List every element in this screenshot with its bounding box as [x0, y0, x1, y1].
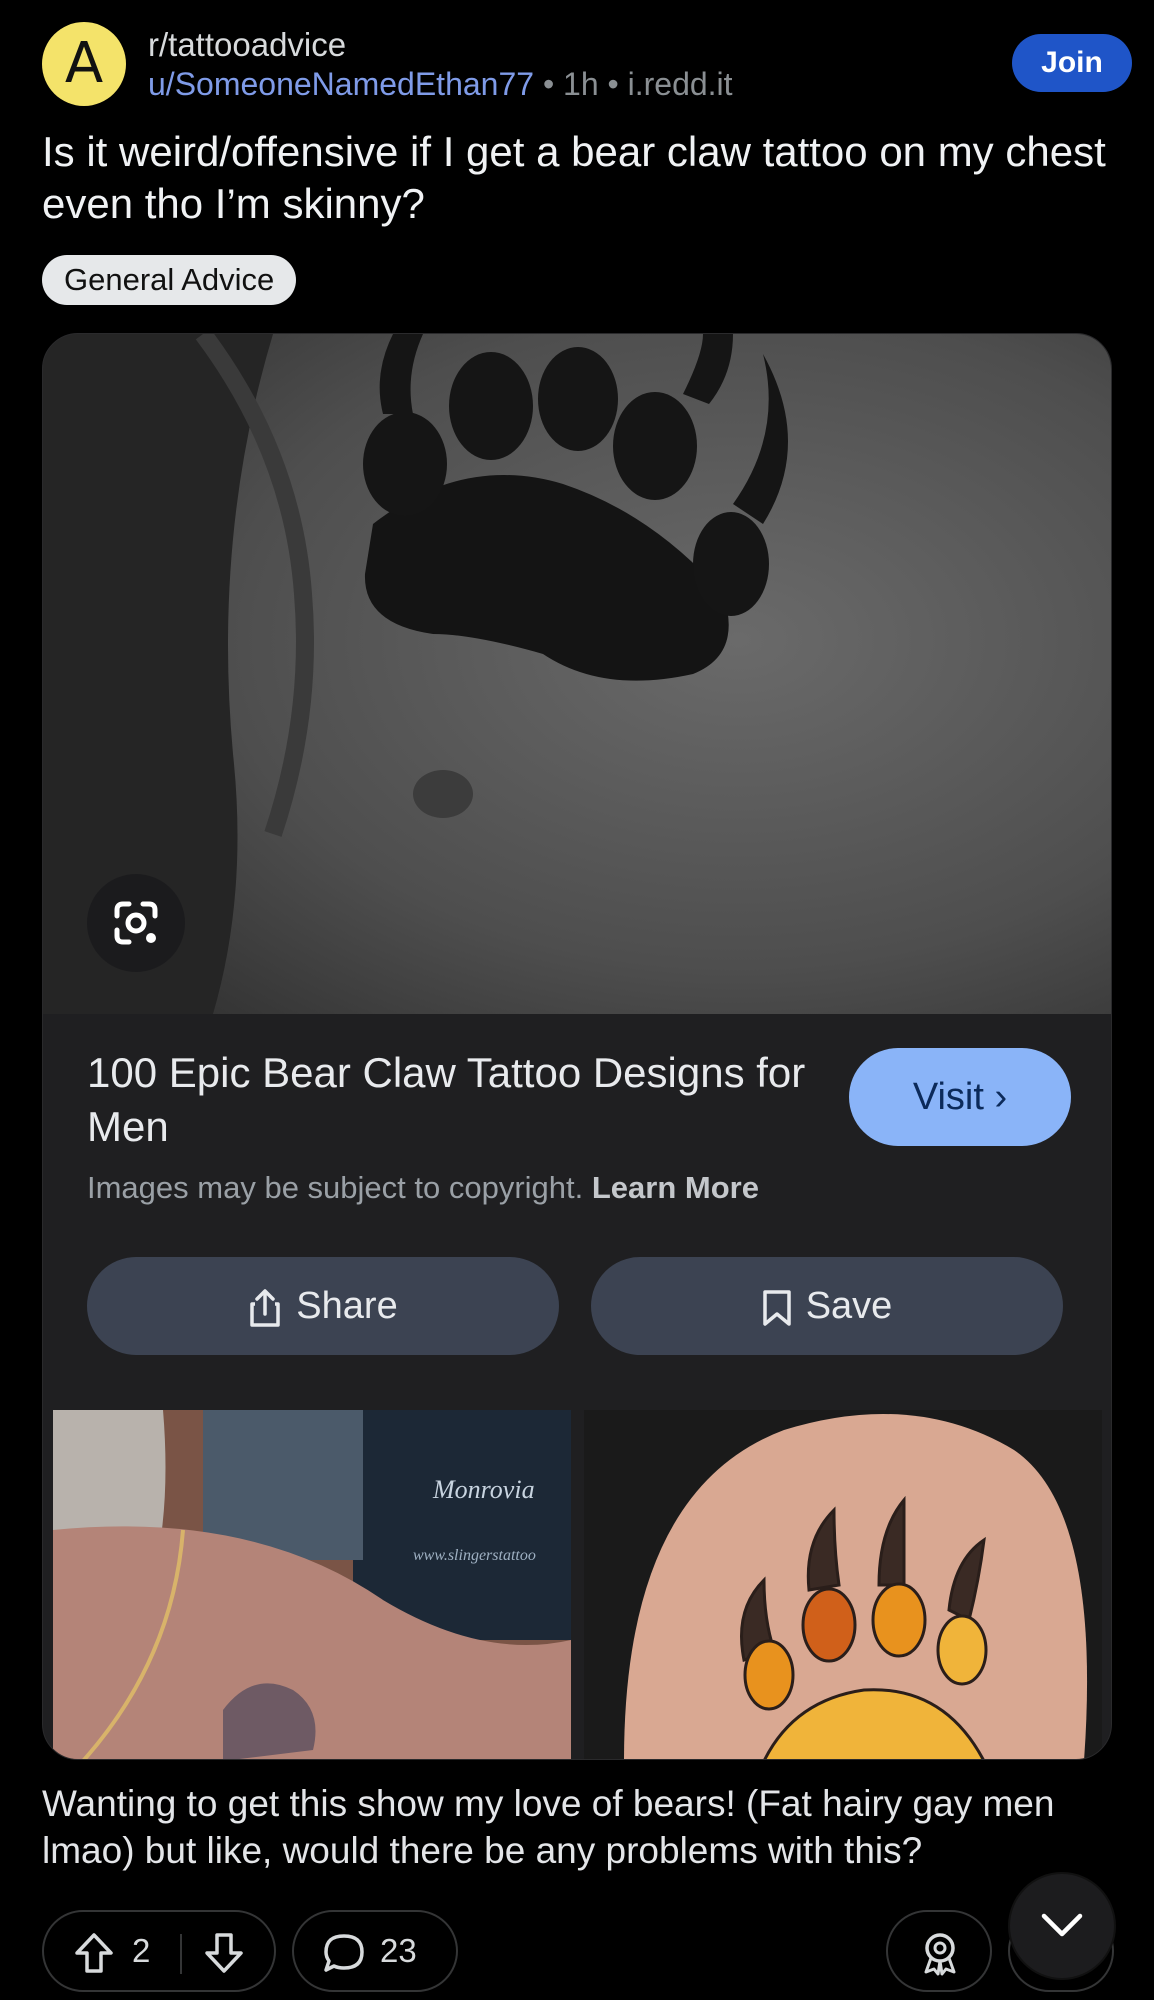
comments-button[interactable]: 23: [292, 1910, 458, 1992]
vote-divider: [180, 1934, 182, 1974]
share-button[interactable]: Share: [87, 1257, 559, 1355]
google-lens-button[interactable]: [87, 874, 185, 972]
watermark-text: Monrovia: [432, 1475, 535, 1504]
visit-label: Visit: [912, 1076, 984, 1118]
arrow-down-icon[interactable]: [204, 1932, 244, 1974]
bookmark-icon: [762, 1290, 791, 1326]
join-button[interactable]: Join: [1012, 34, 1132, 92]
award-button[interactable]: [886, 1910, 992, 1992]
image-card[interactable]: 100 Epic Bear Claw Tattoo Designs for Me…: [42, 333, 1112, 1760]
post-age: 1h: [563, 66, 599, 102]
post-domain[interactable]: i.redd.it: [628, 66, 733, 102]
bear-paw-tattoo-image[interactable]: [43, 334, 1112, 1014]
learn-more-link[interactable]: Learn More: [592, 1170, 759, 1205]
chevron-down-icon: [1041, 1913, 1083, 1937]
comment-count: 23: [380, 1932, 417, 1969]
subreddit-name[interactable]: r/tattooadvice: [148, 26, 346, 64]
result-title[interactable]: 100 Epic Bear Claw Tattoo Designs for Me…: [87, 1046, 847, 1154]
google-lens-icon: [114, 901, 158, 945]
subreddit-avatar[interactable]: A: [42, 22, 126, 106]
post-meta: u/SomeoneNamedEthan77 • 1h • i.redd.it: [148, 66, 733, 103]
meta-separator: •: [534, 66, 564, 102]
collapse-button[interactable]: [1010, 1874, 1114, 1978]
watermark-subtext: www.slingerstattoo: [413, 1547, 536, 1564]
related-image-left[interactable]: Monrovia www.slingerstattoo: [53, 1410, 571, 1760]
share-icon: [250, 1289, 281, 1327]
chevron-right-icon: ›: [994, 1076, 1008, 1118]
post-flair[interactable]: General Advice: [42, 255, 297, 305]
vote-control: 2: [42, 1910, 276, 1992]
arrow-up-icon[interactable]: [74, 1932, 114, 1974]
post-action-bar: 2 23: [42, 1910, 1132, 1992]
post-header: A r/tattooadvice u/SomeoneNamedEthan77 •…: [42, 22, 1132, 112]
upvote-count: 2: [132, 1932, 151, 1969]
copyright-notice: Images may be subject to copyright. Lear…: [87, 1170, 759, 1206]
copyright-text: Images may be subject to copyright.: [87, 1170, 584, 1205]
visit-button[interactable]: Visit ›: [849, 1048, 1071, 1146]
save-label: Save: [805, 1285, 893, 1327]
speech-bubble-icon: [324, 1934, 364, 1972]
share-label: Share: [296, 1285, 398, 1327]
post-body: Wanting to get this show my love of bear…: [42, 1783, 1055, 1871]
meta-separator: •: [598, 66, 628, 102]
save-button[interactable]: Save: [591, 1257, 1063, 1355]
award-icon: [924, 1933, 956, 1976]
related-image-right[interactable]: [584, 1410, 1102, 1760]
author-username[interactable]: u/SomeoneNamedEthan77: [148, 66, 534, 102]
post-title[interactable]: Is it weird/offensive if I get a bear cl…: [42, 126, 1122, 230]
